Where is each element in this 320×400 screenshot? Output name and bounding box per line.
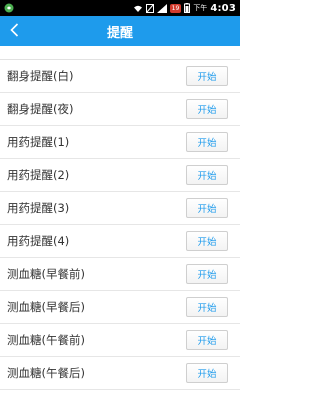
list-item: 用药提醒(4) 开始 [0, 225, 240, 258]
list-item: 翻身提醒(夜) 开始 [0, 93, 240, 126]
start-button[interactable]: 开始 [186, 297, 228, 317]
status-bar-time: 4:03 [210, 2, 236, 14]
start-button[interactable]: 开始 [186, 132, 228, 152]
status-bar: 19 下午 4:03 [0, 0, 240, 16]
mute-icon [145, 3, 154, 13]
status-bar-ampm: 下午 [193, 4, 208, 12]
wifi-icon [133, 4, 143, 13]
start-button[interactable]: 开始 [186, 264, 228, 284]
notification-badge: 19 [169, 3, 182, 13]
list-item: 用药提醒(2) 开始 [0, 159, 240, 192]
reminder-label: 用药提醒(4) [7, 234, 70, 248]
reminder-label: 测血糖(早餐前) [7, 267, 85, 281]
reminder-label: 用药提醒(2) [7, 168, 70, 182]
list-item: 测血糖(午餐后) 开始 [0, 357, 240, 390]
start-button[interactable]: 开始 [186, 99, 228, 119]
reminder-label: 测血糖(早餐后) [7, 300, 85, 314]
battery-icon [184, 3, 191, 13]
reminder-label: 测血糖(午餐后) [7, 366, 85, 380]
start-button[interactable]: 开始 [186, 330, 228, 350]
list-item: 测血糖(早餐后) 开始 [0, 291, 240, 324]
start-button[interactable]: 开始 [186, 165, 228, 185]
chevron-left-icon [9, 22, 19, 41]
app-notification-icon [4, 3, 14, 13]
reminder-label: 翻身提醒(夜) [7, 102, 74, 116]
reminder-list: 翻身提醒(白) 开始 翻身提醒(夜) 开始 用药提醒(1) 开始 用药提醒(2)… [0, 60, 240, 390]
status-bar-right: 19 下午 4:03 [133, 3, 236, 14]
list-item: 用药提醒(1) 开始 [0, 126, 240, 159]
list-item: 翻身提醒(白) 开始 [0, 60, 240, 93]
list-item: 测血糖(早餐前) 开始 [0, 258, 240, 291]
reminder-label: 测血糖(午餐前) [7, 333, 85, 347]
list-item: 测血糖(午餐前) 开始 [0, 324, 240, 357]
start-button[interactable]: 开始 [186, 231, 228, 251]
list-item: 用药提醒(3) 开始 [0, 192, 240, 225]
signal-icon [156, 3, 167, 13]
status-bar-left [4, 3, 14, 13]
start-button[interactable]: 开始 [186, 66, 228, 86]
start-button[interactable]: 开始 [186, 363, 228, 383]
start-button[interactable]: 开始 [186, 198, 228, 218]
reminder-label: 用药提醒(1) [7, 135, 70, 149]
title-bar: 提醒 [0, 16, 240, 46]
page-title: 提醒 [106, 25, 133, 41]
reminder-label: 翻身提醒(白) [7, 69, 74, 83]
back-button[interactable] [4, 16, 24, 46]
list-top-spacer [0, 46, 240, 60]
reminder-label: 用药提醒(3) [7, 201, 70, 215]
